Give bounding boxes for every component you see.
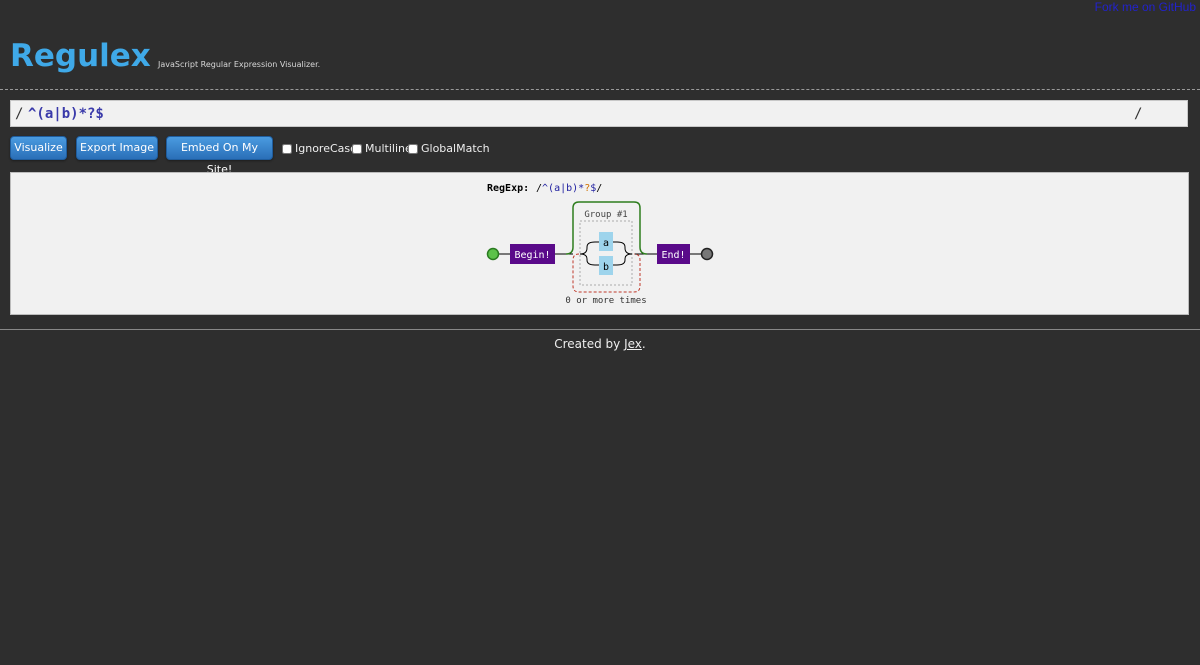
left-slash: / (15, 106, 24, 122)
ignore-case-label: IgnoreCase (295, 142, 357, 155)
multiline-option[interactable]: Multiline (352, 142, 412, 155)
begin-label: Begin! (514, 250, 550, 261)
visualize-button[interactable]: Visualize (10, 136, 67, 160)
multiline-checkbox[interactable] (352, 143, 362, 154)
svg-text:/^(a|b)*?$/: /^(a|b)*?$/ (536, 183, 602, 194)
header-divider (0, 89, 1200, 90)
subtitle: JavaScript Regular Expression Visualizer… (158, 60, 321, 69)
author-link[interactable]: Jex (624, 337, 642, 351)
group-label: Group #1 (584, 210, 627, 220)
regex-input-bar: / / (10, 100, 1188, 127)
repeat-label: 0 or more times (565, 296, 646, 306)
ignore-case-option[interactable]: IgnoreCase (282, 142, 357, 155)
global-match-option[interactable]: GlobalMatch (408, 142, 490, 155)
char-b-label: b (603, 262, 609, 273)
start-node-icon (486, 247, 500, 261)
logo[interactable]: Regulex (10, 38, 151, 74)
export-image-button[interactable]: Export Image (76, 136, 158, 160)
regex-input[interactable] (28, 103, 1118, 124)
regexp-body: ^(a|b)* (542, 183, 584, 194)
global-match-label: GlobalMatch (421, 142, 490, 155)
regex-railroad-diagram: RegExp: /^(a|b)*?$/ Begin! End! Group #1 (486, 183, 714, 306)
footer: Created by Jex. (0, 337, 1200, 351)
ignore-case-checkbox[interactable] (282, 143, 292, 154)
branch-connector (579, 241, 599, 255)
footer-suffix: . (641, 337, 646, 351)
regexp-label: RegExp: (487, 183, 529, 194)
group-box (579, 220, 633, 286)
branch-connector (579, 253, 599, 266)
right-slash: / (1134, 106, 1143, 122)
end-label: End! (661, 250, 685, 261)
regexp-suffix: / (596, 183, 602, 194)
multiline-label: Multiline (365, 142, 412, 155)
footer-prefix: Created by (554, 337, 625, 351)
visualization-panel: RegExp: /^(a|b)*?$/ Begin! End! Group #1 (10, 172, 1189, 315)
char-a-label: a (603, 238, 609, 249)
branch-connector (613, 241, 633, 255)
fork-on-github-link[interactable]: Fork me on GitHub (1095, 0, 1196, 14)
end-node-icon (700, 247, 714, 261)
branch-connector (613, 253, 633, 266)
header: Regulex JavaScript Regular Expression Vi… (10, 38, 1190, 74)
embed-button[interactable]: Embed On My Site! (166, 136, 273, 176)
global-match-checkbox[interactable] (408, 143, 418, 154)
footer-divider (0, 329, 1200, 330)
